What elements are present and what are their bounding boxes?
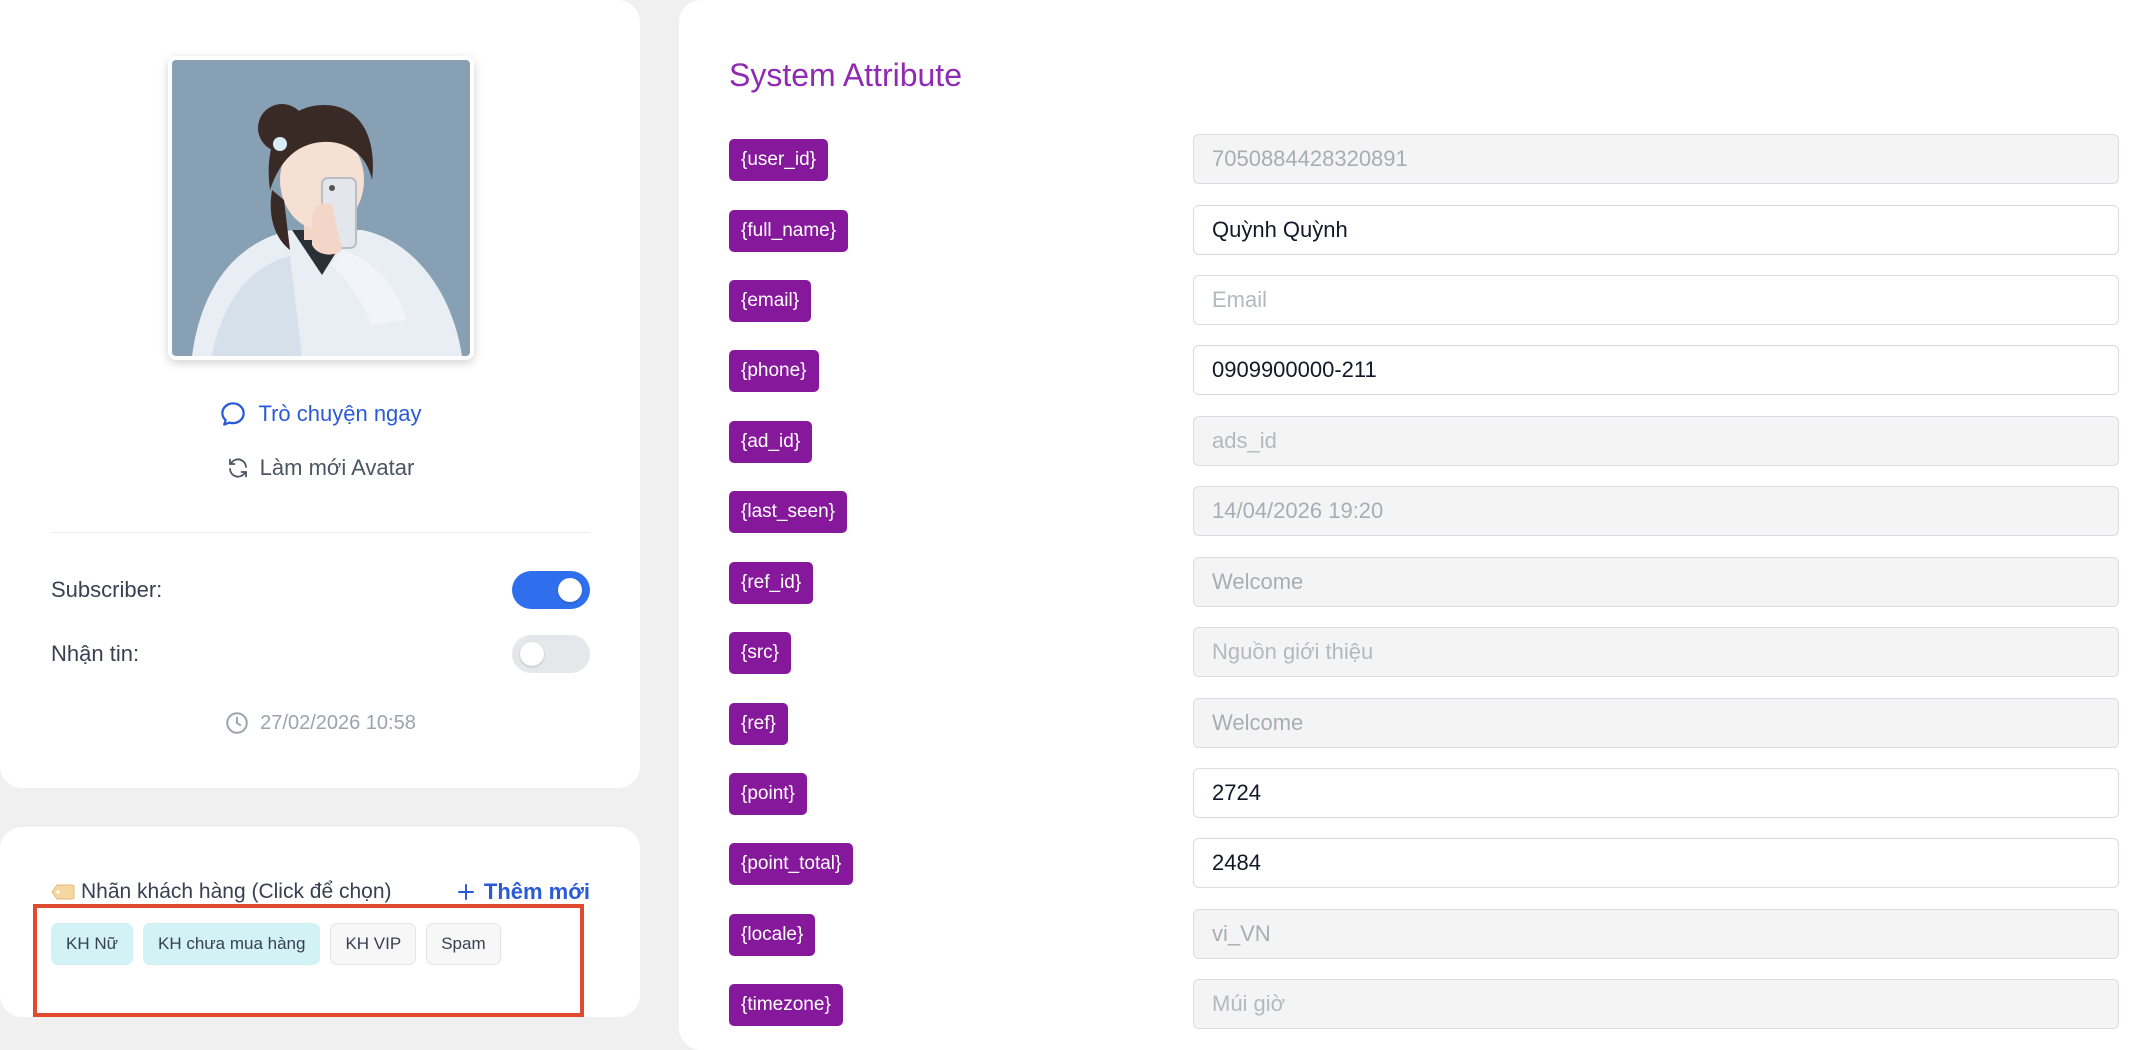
attribute-tag-ad-id: {ad_id}	[729, 421, 813, 463]
attribute-row-ref: {ref}	[729, 698, 2119, 750]
subscriber-toggle[interactable]	[512, 571, 590, 609]
add-label-text: Thêm mới	[483, 879, 590, 904]
subscriber-label: Subscriber:	[51, 577, 163, 602]
attribute-tag-full-name: {full_name}	[729, 210, 849, 252]
attribute-row-email: {email}	[729, 275, 2119, 327]
label-chip-kh-vip[interactable]: KH VIP	[330, 923, 417, 965]
customer-labels-title-text: Nhãn khách hàng (Click để chọn)	[81, 880, 392, 903]
attribute-row-timezone: {timezone}	[729, 979, 2119, 1031]
label-chip-spam[interactable]: Spam	[426, 923, 501, 965]
attribute-tag-last-seen: {last_seen}	[729, 491, 848, 533]
user-id-field	[1193, 134, 2119, 184]
attribute-tag-point: {point}	[729, 773, 807, 815]
attribute-tag-email: {email}	[729, 280, 812, 322]
receive-message-row: Nhận tin:	[51, 633, 590, 675]
customer-labels-title: Nhãn khách hàng (Click để chọn)	[51, 880, 392, 904]
email-field[interactable]	[1193, 275, 2119, 325]
profile-card: Trò chuyện ngay Làm mới Avatar Subscribe…	[0, 0, 640, 788]
refresh-avatar-label: Làm mới Avatar	[259, 455, 415, 480]
timestamp-text: 27/02/2026 10:58	[260, 711, 416, 734]
attribute-row-ad-id: {ad_id}	[729, 416, 2119, 468]
customer-labels-card	[0, 827, 640, 1017]
attribute-tag-point-total: {point_total}	[729, 843, 854, 885]
chat-now-button[interactable]: Trò chuyện ngay	[0, 396, 640, 432]
attribute-row-user-id: {user_id}	[729, 134, 2119, 186]
attribute-row-last-seen: {last_seen}	[729, 486, 2119, 538]
attribute-tag-src: {src}	[729, 632, 792, 674]
chat-now-label: Trò chuyện ngay	[258, 401, 422, 426]
attribute-row-phone: {phone}	[729, 345, 2119, 397]
attribute-tag-ref-id: {ref_id}	[729, 562, 814, 604]
avatar-illustration	[172, 60, 470, 356]
attribute-tag-locale: {locale}	[729, 914, 816, 956]
phone-field[interactable]	[1193, 345, 2119, 395]
attribute-row-ref-id: {ref_id}	[729, 557, 2119, 609]
ad-id-field	[1193, 416, 2119, 466]
customer-labels-header: Nhãn khách hàng (Click để chọn) Thêm mới	[51, 870, 590, 914]
created-timestamp: 27/02/2026 10:58	[0, 708, 640, 738]
chat-bubble-icon	[218, 399, 248, 429]
ref-field	[1193, 698, 2119, 748]
timezone-field	[1193, 979, 2119, 1029]
attribute-tag-phone: {phone}	[729, 350, 819, 392]
tag-icon	[51, 884, 75, 900]
receive-message-toggle[interactable]	[512, 635, 590, 673]
clock-icon	[224, 710, 250, 736]
point-field[interactable]	[1193, 768, 2119, 818]
attribute-tag-timezone: {timezone}	[729, 984, 843, 1026]
full-name-field[interactable]	[1193, 205, 2119, 255]
plus-icon	[456, 882, 476, 902]
locale-field	[1193, 909, 2119, 959]
refresh-icon	[226, 456, 250, 480]
last-seen-field	[1193, 486, 2119, 536]
toggle-knob	[520, 642, 544, 666]
avatar	[168, 56, 474, 360]
system-attribute-title: System Attribute	[729, 57, 962, 93]
subscriber-row: Subscriber:	[51, 569, 590, 611]
point-total-field[interactable]	[1193, 838, 2119, 888]
ref-id-field	[1193, 557, 2119, 607]
label-chip-list: KH Nữ KH chưa mua hàng KH VIP Spam	[51, 923, 501, 965]
add-label-button[interactable]: Thêm mới	[456, 879, 590, 905]
attribute-row-point: {point}	[729, 768, 2119, 820]
attribute-row-locale: {locale}	[729, 909, 2119, 961]
attribute-row-point-total: {point_total}	[729, 838, 2119, 890]
attribute-tag-ref: {ref}	[729, 703, 788, 745]
attribute-row-src: {src}	[729, 627, 2119, 679]
label-chip-kh-nu[interactable]: KH Nữ	[51, 923, 133, 965]
divider	[51, 532, 590, 533]
label-chip-kh-chua-mua-hang[interactable]: KH chưa mua hàng	[143, 923, 321, 965]
toggle-knob	[558, 578, 582, 602]
refresh-avatar-button[interactable]: Làm mới Avatar	[0, 451, 640, 485]
src-field	[1193, 627, 2119, 677]
attribute-row-full-name: {full_name}	[729, 205, 2119, 257]
attribute-tag-user-id: {user_id}	[729, 139, 829, 181]
receive-message-label: Nhận tin:	[51, 641, 140, 666]
